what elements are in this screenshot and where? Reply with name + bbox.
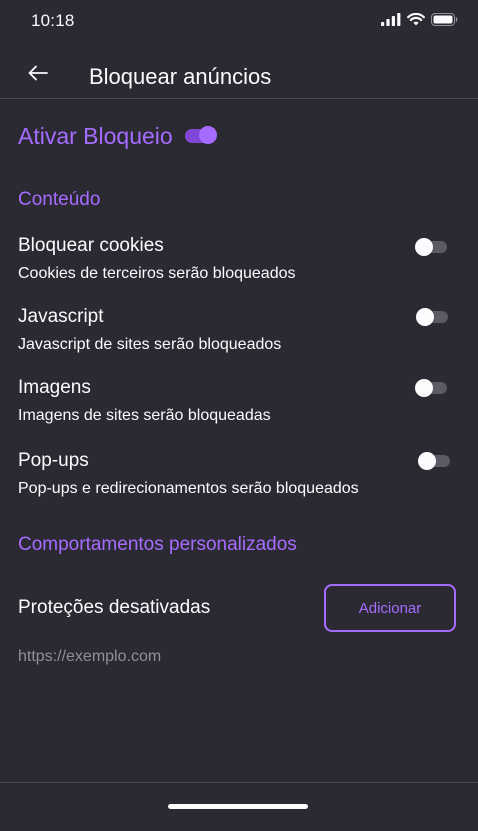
toggle-popups[interactable]	[418, 452, 450, 470]
setting-description: Cookies de terceiros serão bloqueados	[18, 265, 296, 282]
setting-title: Bloquear cookies	[18, 235, 164, 256]
setting-description: Imagens de sites serão bloqueadas	[18, 407, 271, 424]
master-toggle[interactable]	[184, 126, 217, 144]
toggle-knob	[418, 452, 436, 470]
back-button[interactable]	[20, 60, 56, 90]
example-url: https://exemplo.com	[18, 648, 162, 665]
toggle-knob	[415, 379, 433, 397]
add-button[interactable]: Adicionar	[324, 584, 456, 632]
setting-block-cookies[interactable]: Bloquear cookies Cookies de terceiros se…	[18, 235, 460, 283]
cellular-signal-icon	[381, 13, 401, 31]
master-switch-row[interactable]: Ativar Bloqueio	[18, 120, 217, 152]
setting-javascript[interactable]: Javascript Javascript de sites serão blo…	[18, 306, 460, 354]
protections-disabled-label: Proteções desativadas	[18, 597, 211, 618]
toggle-knob	[415, 238, 433, 256]
master-toggle-knob	[198, 126, 217, 144]
back-arrow-icon	[28, 65, 48, 86]
toggle-javascript[interactable]	[416, 308, 448, 326]
toolbar-divider	[0, 98, 478, 99]
master-switch-label: Ativar Bloqueio	[18, 122, 173, 149]
setting-title: Imagens	[18, 377, 91, 398]
page-title: Bloquear anúncios	[89, 64, 272, 89]
setting-description: Javascript de sites serão bloqueados	[18, 336, 282, 353]
status-time: 10:18	[31, 11, 75, 30]
setting-popups[interactable]: Pop-ups Pop-ups e redirecionamentos serã…	[18, 450, 460, 498]
toolbar: Bloquear anúncios	[0, 52, 478, 98]
toggle-knob	[416, 308, 434, 326]
toggle-block-cookies[interactable]	[415, 238, 447, 256]
battery-icon	[431, 13, 458, 31]
toggle-images[interactable]	[415, 379, 447, 397]
custom-section-title: Comportamentos personalizados	[18, 534, 297, 555]
setting-title: Pop-ups	[18, 450, 89, 471]
setting-description: Pop-ups e redirecionamentos serão bloque…	[18, 480, 359, 497]
wifi-icon	[407, 12, 425, 31]
setting-images[interactable]: Imagens Imagens de sites serão bloqueada…	[18, 377, 460, 425]
status-bar: 10:18	[0, 0, 478, 44]
home-indicator[interactable]	[168, 804, 308, 809]
content-section-title: Conteúdo	[18, 189, 101, 210]
status-icons	[381, 12, 458, 31]
setting-title: Javascript	[18, 306, 104, 327]
bottom-divider	[0, 782, 478, 783]
